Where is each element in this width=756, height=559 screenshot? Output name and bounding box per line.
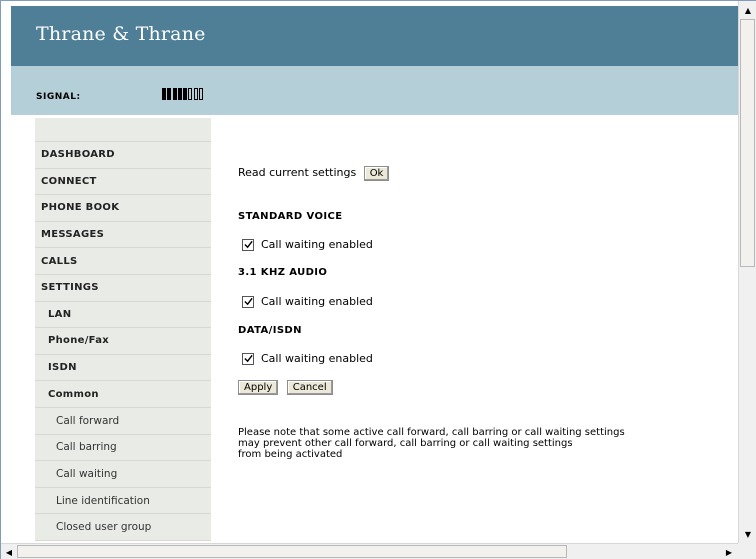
audio-checkbox-label: Call waiting enabled xyxy=(261,295,373,308)
scroll-down-icon[interactable]: ▼ xyxy=(740,526,756,542)
note-line: may prevent other call forward, call bar… xyxy=(238,438,573,449)
signal-bar-segment xyxy=(193,88,198,100)
sidebar-nav: DASHBOARD CONNECT PHONE BOOK MESSAGES CA… xyxy=(35,118,211,552)
header-bar: Thrane & Thrane xyxy=(11,6,738,66)
note-line: from being activated xyxy=(238,449,343,460)
section-title-standard-voice: STANDARD VOICE xyxy=(238,211,343,222)
sidebar-item-common[interactable]: Common xyxy=(35,381,211,408)
ok-button[interactable]: Ok xyxy=(363,166,390,181)
data-isdn-call-waiting-checkbox[interactable] xyxy=(242,352,254,365)
sidebar-item-phone-fax[interactable]: Phone/Fax xyxy=(35,328,211,355)
scroll-left-icon[interactable]: ◀ xyxy=(1,544,17,559)
apply-button[interactable]: Apply xyxy=(238,380,279,395)
sidebar-item-lan[interactable]: LAN xyxy=(35,301,211,329)
check-icon xyxy=(243,240,253,249)
section-title-data-isdn: DATA/ISDN xyxy=(238,325,302,336)
horizontal-scroll-thumb[interactable] xyxy=(17,545,567,558)
sidebar-item-isdn[interactable]: ISDN xyxy=(35,354,211,382)
browser-frame: Thrane & Thrane SIGNAL: DASHBOARD CONNEC… xyxy=(0,0,756,559)
sidebar-item-call-waiting[interactable]: Call waiting xyxy=(35,461,211,488)
horizontal-scrollbar[interactable]: ◀ ▶ xyxy=(1,543,738,559)
standard-voice-checkbox-label: Call waiting enabled xyxy=(261,238,373,251)
sidebar-item-dashboard[interactable]: DASHBOARD xyxy=(35,142,211,169)
sidebar-item-closed-user-group[interactable]: Closed user group xyxy=(35,514,211,541)
signal-bar-segment xyxy=(162,88,166,100)
form-actions: Apply Cancel xyxy=(238,380,333,395)
vertical-scroll-thumb[interactable] xyxy=(740,19,755,267)
sidebar-item-call-forward[interactable]: Call forward xyxy=(35,407,211,435)
check-icon xyxy=(243,354,253,363)
read-settings-row: Read current settings Ok xyxy=(238,166,390,181)
signal-bar-segment xyxy=(167,88,172,100)
sidebar-item-messages[interactable]: MESSAGES xyxy=(35,221,211,249)
signal-bar-segment xyxy=(183,88,188,100)
scroll-up-icon[interactable]: ▲ xyxy=(740,2,756,18)
signal-bar-segment xyxy=(172,88,177,100)
scrollbar-corner xyxy=(738,543,756,559)
vertical-scrollbar[interactable]: ▲ ▼ xyxy=(738,1,756,543)
signal-bar-segment xyxy=(177,88,182,100)
signal-bar-segment xyxy=(199,88,204,100)
data-isdn-checkbox-label: Call waiting enabled xyxy=(261,352,373,365)
sidebar-item-connect[interactable]: CONNECT xyxy=(35,168,211,196)
audio-checkbox-row: Call waiting enabled xyxy=(242,295,373,308)
cancel-button[interactable]: Cancel xyxy=(286,380,333,395)
data-isdn-checkbox-row: Call waiting enabled xyxy=(242,352,373,365)
sidebar-item-phone-book[interactable]: PHONE BOOK xyxy=(35,195,211,222)
signal-label: SIGNAL: xyxy=(36,92,81,102)
sidebar-top-spacer xyxy=(35,118,211,142)
read-settings-label: Read current settings xyxy=(238,166,357,179)
sidebar-item-call-barring[interactable]: Call barring xyxy=(35,434,211,462)
settings-note: Please note that some active call forwar… xyxy=(238,427,625,460)
section-title-3-1-khz-audio: 3.1 KHZ AUDIO xyxy=(238,267,328,278)
signal-meter xyxy=(162,88,204,100)
check-icon xyxy=(243,297,253,306)
signal-bar-segment xyxy=(188,88,193,100)
note-line: Please note that some active call forwar… xyxy=(238,427,625,438)
signal-bar: SIGNAL: xyxy=(11,66,738,115)
audio-call-waiting-checkbox[interactable] xyxy=(242,295,254,308)
standard-voice-call-waiting-checkbox[interactable] xyxy=(242,238,254,251)
scroll-right-icon[interactable]: ▶ xyxy=(721,544,737,559)
sidebar-item-line-identification[interactable]: Line identification xyxy=(35,487,211,515)
sidebar-item-settings[interactable]: SETTINGS xyxy=(35,274,211,302)
standard-voice-checkbox-row: Call waiting enabled xyxy=(242,238,373,251)
brand-logo: Thrane & Thrane xyxy=(36,23,206,45)
sidebar-item-calls[interactable]: CALLS xyxy=(35,248,211,275)
